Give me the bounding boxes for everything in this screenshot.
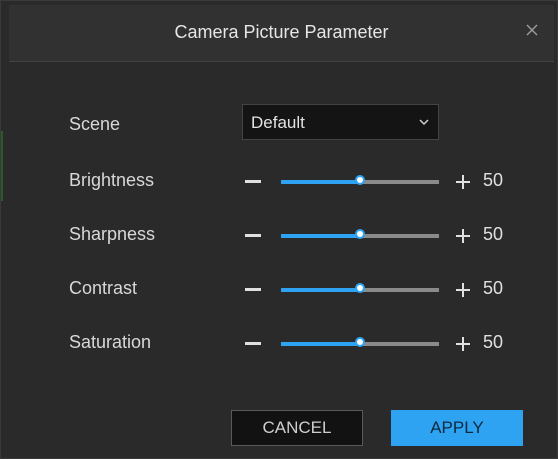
brightness-minus-button[interactable]: [245, 180, 261, 183]
saturation-minus-button[interactable]: [245, 342, 261, 345]
sharpness-minus-button[interactable]: [245, 234, 261, 237]
saturation-slider-handle[interactable]: [355, 337, 365, 347]
saturation-value: 50: [483, 332, 504, 352]
cancel-button[interactable]: CANCEL: [231, 410, 363, 446]
dialog-body: Scene Default Brightness 50 Sharpness 50: [9, 62, 554, 452]
saturation-slider[interactable]: [281, 337, 439, 347]
scene-label: Scene: [69, 114, 121, 134]
chevron-down-icon: [419, 119, 429, 126]
sharpness-plus-button[interactable]: [455, 228, 471, 244]
scene-select[interactable]: Default: [242, 104, 439, 140]
contrast-slider-handle[interactable]: [355, 283, 365, 293]
saturation-label: Saturation: [69, 332, 152, 352]
contrast-label: Contrast: [69, 278, 138, 298]
sharpness-value: 50: [483, 224, 504, 244]
dialog-titlebar: Camera Picture Parameter: [9, 5, 554, 62]
sharpness-slider-handle[interactable]: [355, 229, 365, 239]
camera-picture-dialog: Camera Picture Parameter Scene Default B…: [0, 0, 558, 459]
brightness-slider[interactable]: [281, 175, 439, 185]
close-icon[interactable]: [520, 18, 544, 42]
dialog-title: Camera Picture Parameter: [174, 22, 389, 42]
sharpness-label: Sharpness: [69, 224, 156, 244]
brightness-slider-handle[interactable]: [355, 175, 365, 185]
contrast-plus-button[interactable]: [455, 282, 471, 298]
apply-button[interactable]: APPLY: [391, 410, 523, 446]
brightness-label: Brightness: [69, 170, 155, 190]
contrast-minus-button[interactable]: [245, 288, 261, 291]
sharpness-slider-fill: [281, 234, 360, 238]
brightness-value: 50: [483, 170, 504, 190]
sharpness-slider[interactable]: [281, 229, 439, 239]
brightness-plus-button[interactable]: [455, 174, 471, 190]
saturation-plus-button[interactable]: [455, 336, 471, 352]
scene-select-value: Default: [251, 113, 305, 132]
side-accent: [1, 131, 3, 201]
brightness-slider-fill: [281, 180, 360, 184]
contrast-slider[interactable]: [281, 283, 439, 293]
contrast-slider-fill: [281, 288, 360, 292]
contrast-value: 50: [483, 278, 504, 298]
saturation-slider-fill: [281, 342, 360, 346]
